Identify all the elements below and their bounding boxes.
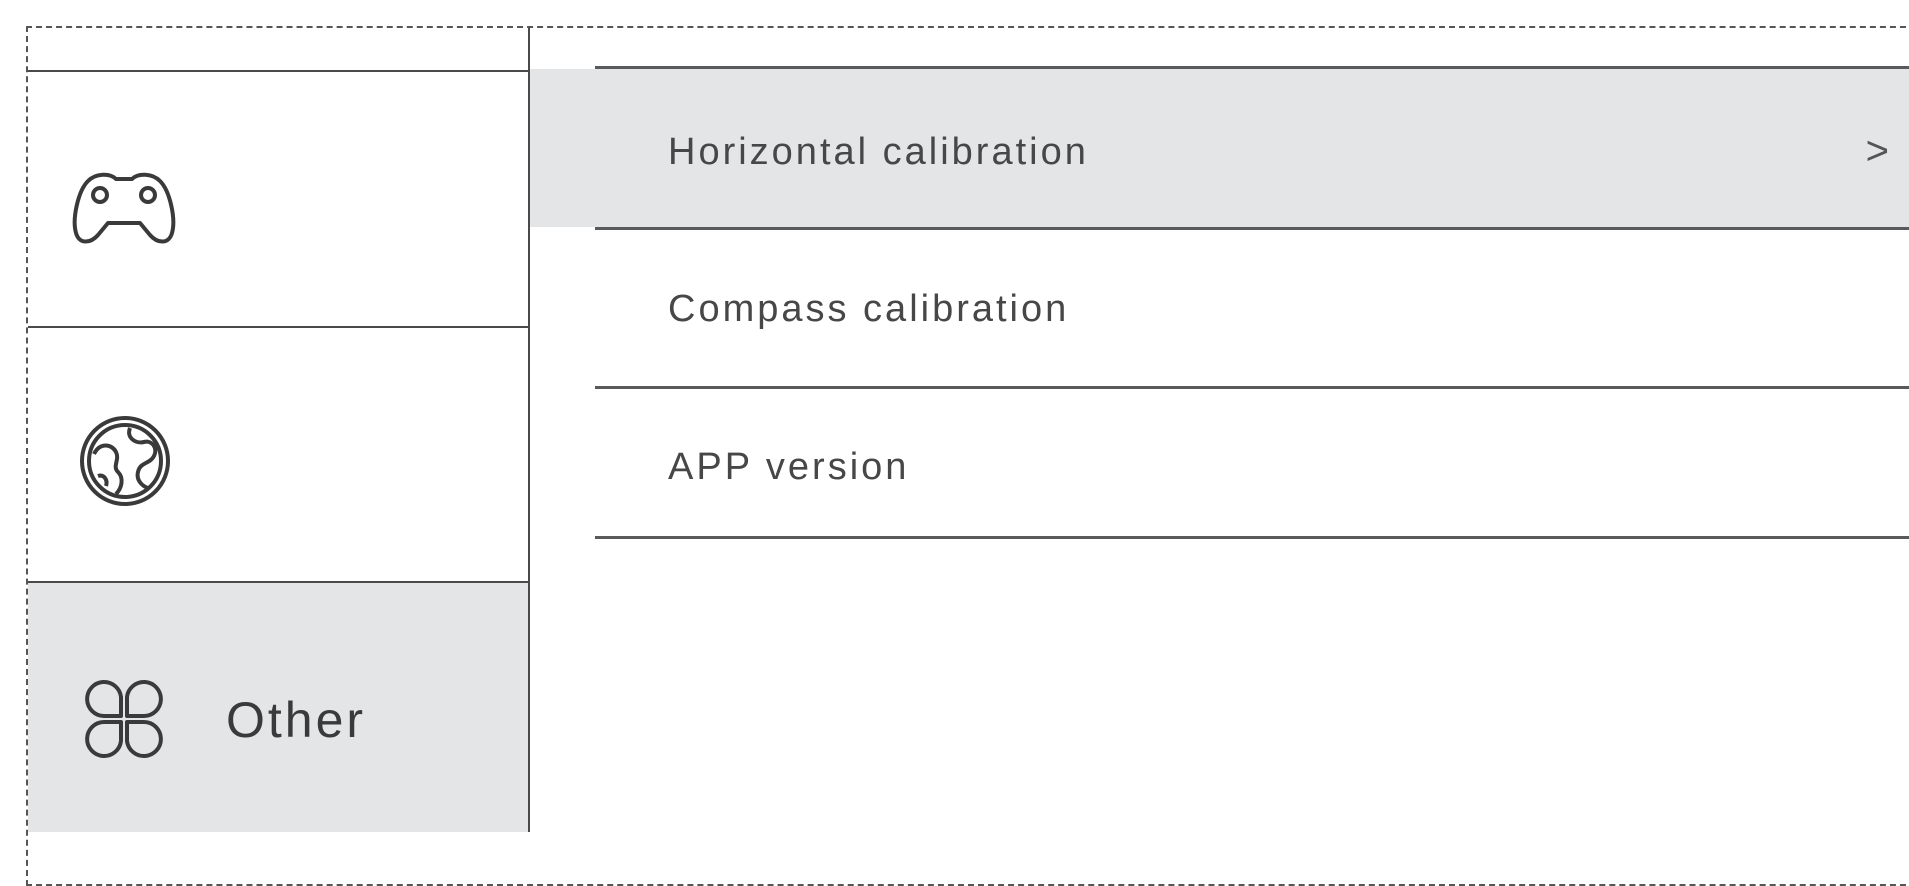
menu-item-label: APP version [668, 446, 910, 488]
menu-item-horizontal-calibration[interactable]: Horizontal calibration > [530, 69, 1909, 227]
menu-item-app-version[interactable]: APP version [530, 389, 1909, 537]
globe-icon [78, 414, 172, 513]
clover-grid-icon [84, 679, 164, 764]
menu-item-label: Horizontal calibration [668, 131, 1089, 173]
menu-item-compass-calibration[interactable]: Compass calibration [530, 230, 1909, 388]
sidebar-item-other[interactable]: Other [28, 583, 528, 832]
chevron-right-icon: > [1865, 129, 1889, 173]
sidebar-item-controller[interactable] [28, 72, 528, 327]
menu-item-label: Compass calibration [668, 288, 1070, 330]
gamepad-icon [70, 167, 178, 252]
sidebar-item-network[interactable] [28, 328, 528, 582]
row-separator [595, 536, 1909, 539]
sidebar-item-label: Other [226, 692, 367, 748]
